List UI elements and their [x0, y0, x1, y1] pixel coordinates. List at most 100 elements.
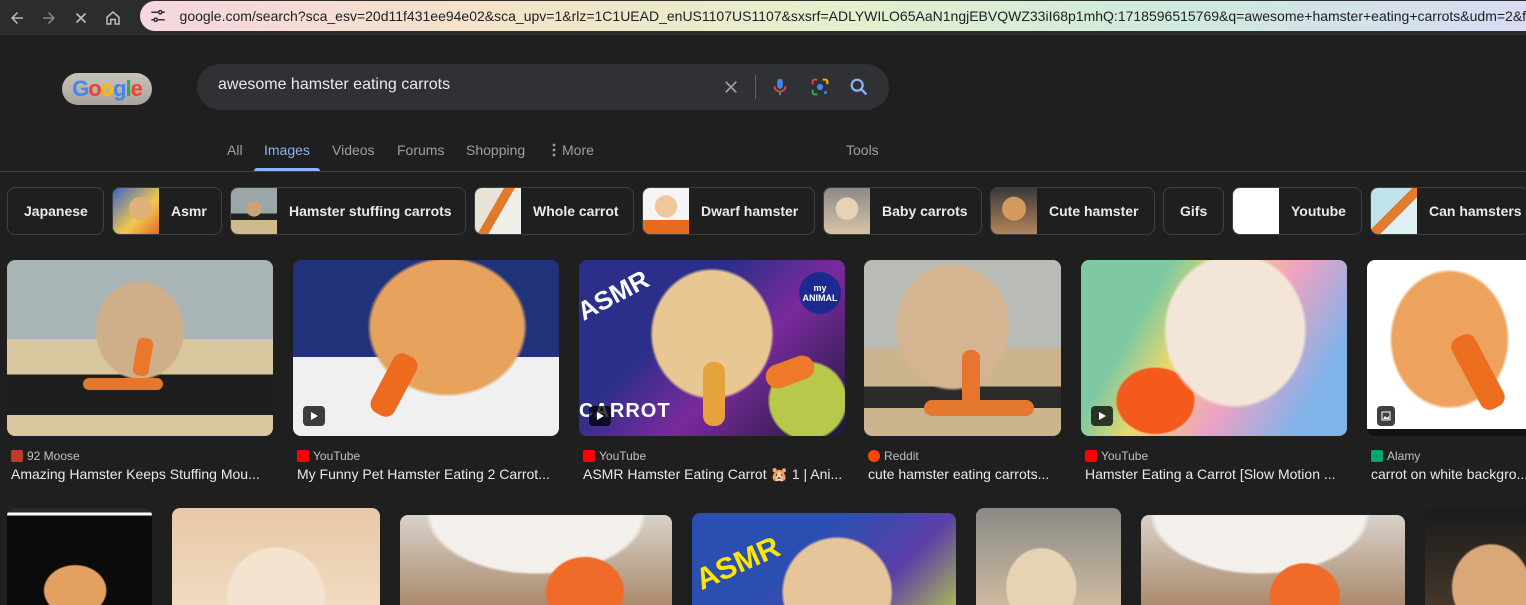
carrot-shape: [1447, 330, 1509, 414]
logo-letter: G: [72, 76, 89, 101]
chip-label: Japanese: [24, 203, 88, 219]
more-vert-icon: [552, 143, 556, 157]
google-doodle-logo[interactable]: G o o g l e: [62, 73, 152, 105]
asmr-overlay-text: ASMR: [579, 263, 654, 327]
carrot-shape: [924, 400, 1034, 416]
result-image: [1081, 260, 1347, 436]
google-lens-icon[interactable]: [808, 75, 832, 99]
result-source: Alamy: [1371, 449, 1420, 463]
result-title[interactable]: ASMR Hamster Eating Carrot 🐹 1 | Ani...: [583, 466, 845, 483]
source-label: YouTube: [1101, 449, 1149, 463]
result-source: 92 Moose: [11, 449, 80, 463]
result-title[interactable]: Amazing Hamster Keeps Stuffing Mou...: [11, 466, 273, 482]
chip-label: Dwarf hamster: [701, 203, 799, 219]
tab-more[interactable]: More: [552, 142, 594, 158]
result-image: [1367, 260, 1526, 436]
chip-thumbnail: [824, 188, 870, 234]
chip-japanese[interactable]: Japanese: [7, 187, 104, 235]
chip-cute-hamster[interactable]: Cute hamster: [990, 187, 1155, 235]
tools-button[interactable]: Tools: [846, 142, 879, 158]
chip-whole-carrot[interactable]: Whole carrot: [474, 187, 634, 235]
result-title[interactable]: cute hamster eating carrots...: [868, 466, 1061, 482]
chip-baby-carrots[interactable]: Baby carrots: [823, 187, 982, 235]
forward-arrow-icon[interactable]: [34, 3, 64, 33]
tab-more-label: More: [562, 142, 594, 158]
result-image: [293, 260, 559, 436]
youtube-favicon-icon: [297, 450, 309, 462]
chip-gifs[interactable]: Gifs: [1163, 187, 1224, 235]
source-label: 92 Moose: [27, 449, 80, 463]
search-icon[interactable]: [847, 75, 871, 99]
site-info-icon[interactable]: [144, 2, 172, 30]
tab-images[interactable]: Images: [264, 142, 310, 158]
chip-hamster-stuffing-carrots[interactable]: Hamster stuffing carrots: [230, 187, 466, 235]
home-icon[interactable]: [98, 3, 128, 33]
tab-videos[interactable]: Videos: [332, 142, 375, 158]
chip-label: Youtube: [1291, 203, 1346, 219]
video-play-icon: [303, 406, 325, 426]
stop-loading-icon[interactable]: [66, 3, 96, 33]
chip-label: Gifs: [1180, 203, 1208, 219]
result-image: ASMR: [692, 513, 956, 605]
chip-asmr[interactable]: Asmr: [112, 187, 222, 235]
tab-all[interactable]: All: [227, 142, 243, 158]
chip-label: Baby carrots: [882, 203, 968, 219]
chip-dwarf-hamster[interactable]: Dwarf hamster: [642, 187, 815, 235]
result-image: [172, 508, 380, 605]
chip-label: Whole carrot: [533, 203, 619, 219]
logo-letter: e: [130, 76, 143, 101]
chip-label: Asmr: [171, 203, 207, 219]
result-title[interactable]: My Funny Pet Hamster Eating 2 Carrot...: [297, 466, 559, 482]
microphone-icon[interactable]: [768, 75, 792, 99]
carrot-shape: [762, 352, 818, 392]
result-title[interactable]: Hamster Eating a Carrot [Slow Motion ...: [1085, 466, 1347, 482]
search-tabs: All Images Videos Forums Shopping More T…: [0, 130, 1526, 172]
result-image: [976, 508, 1121, 605]
source-label: Reddit: [884, 449, 919, 463]
asmr-overlay-text: ASMR: [692, 530, 786, 597]
clear-icon[interactable]: [719, 75, 743, 99]
carrot-shape: [962, 350, 980, 406]
logo-letter: o: [100, 76, 114, 101]
chip-label: Cute hamster: [1049, 203, 1139, 219]
back-arrow-icon[interactable]: [2, 3, 32, 33]
site-favicon-icon: [11, 450, 23, 462]
chip-thumbnail: [113, 188, 159, 234]
result-image: ASMR CARROT my ANIMAL: [579, 260, 845, 436]
address-bar[interactable]: google.com/search?sca_esv=20d11f431ee94e…: [140, 1, 1526, 31]
chip-youtube[interactable]: Youtube: [1232, 187, 1362, 235]
result-image: [400, 515, 672, 605]
video-play-icon: [1091, 406, 1113, 426]
chip-thumbnail: [475, 188, 521, 234]
url-text[interactable]: google.com/search?sca_esv=20d11f431ee94e…: [180, 8, 1526, 24]
tab-shopping[interactable]: Shopping: [466, 142, 525, 158]
chip-thumbnail: [643, 188, 689, 234]
chip-thumbnail: [231, 188, 277, 234]
channel-badge: my ANIMAL: [799, 272, 841, 314]
reddit-favicon-icon: [868, 450, 880, 462]
carrot-shape: [367, 349, 421, 421]
source-label: YouTube: [313, 449, 361, 463]
video-play-icon: [589, 406, 611, 426]
search-input[interactable]: awesome hamster eating carrots: [218, 76, 450, 94]
active-tab-indicator: [254, 168, 320, 171]
result-image: [7, 260, 273, 436]
source-label: YouTube: [599, 449, 647, 463]
tab-forums[interactable]: Forums: [397, 142, 444, 158]
result-image: [864, 260, 1061, 436]
logo-letter: g: [113, 76, 126, 101]
browser-toolbar: google.com/search?sca_esv=20d11f431ee94e…: [0, 0, 1526, 35]
result-title[interactable]: carrot on white backgro...: [1371, 466, 1526, 482]
chip-thumbnail: [991, 188, 1037, 234]
logo-letter: o: [88, 76, 101, 101]
carrot-shape: [703, 362, 725, 426]
result-source: YouTube: [583, 449, 646, 463]
youtube-favicon-icon: [1085, 450, 1097, 462]
search-divider: [755, 75, 756, 99]
chip-can-hamsters[interactable]: Can hamsters: [1370, 187, 1526, 235]
chip-thumbnail: [1371, 188, 1417, 234]
result-source: YouTube: [1085, 449, 1148, 463]
source-label: Alamy: [1387, 449, 1421, 463]
search-box[interactable]: awesome hamster eating carrots: [197, 64, 889, 110]
result-image: [1425, 508, 1526, 605]
